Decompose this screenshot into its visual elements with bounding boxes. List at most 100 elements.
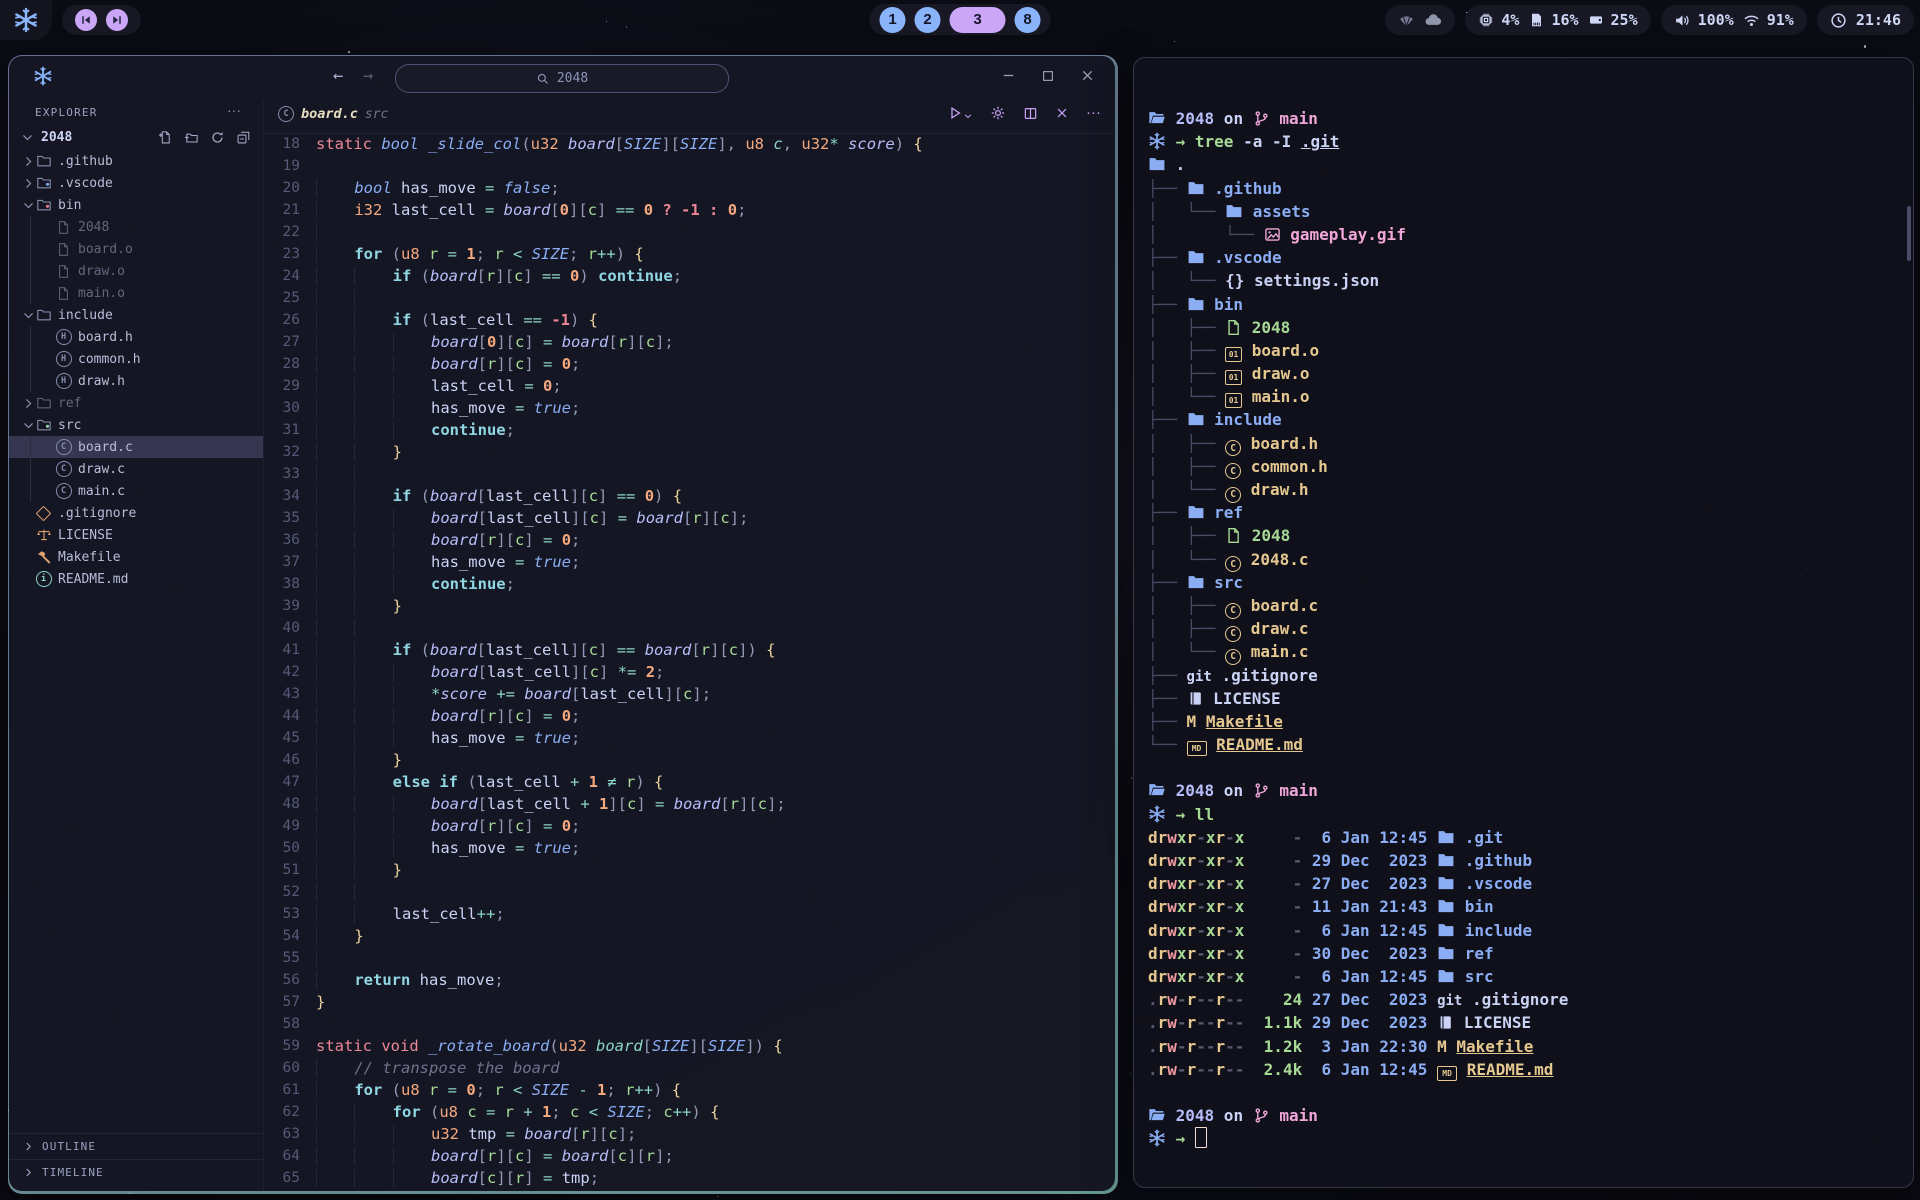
media-next-button[interactable] [106,9,128,31]
terminal-line-26: ├── LICENSE [1148,687,1905,710]
cloud-icon [1424,11,1442,29]
command-search-box[interactable]: 2048 [395,64,729,93]
workspace-1[interactable]: 1 [880,7,906,33]
wifi-strength: 91% [1767,11,1794,29]
run-button[interactable] [947,105,973,121]
refresh-button[interactable] [210,130,225,145]
explorer-item-.vscode[interactable]: .vscode [9,172,263,194]
split-editor-button[interactable] [1023,106,1038,121]
line-number: 37 [264,551,316,573]
workspace-2[interactable]: 2 [915,7,941,33]
new-file-button[interactable] [158,130,173,145]
star [1126,586,1128,588]
explorer-item-label: 2048 [78,220,109,235]
snow-icon [1148,1129,1166,1147]
explorer-item-common.h[interactable]: Hcommon.h [9,348,263,370]
terminal-line-39: .rw-r--r-- 24 27 Dec 2023 git .gitignore [1148,988,1905,1011]
code-line-58: 58 [264,1013,1115,1035]
code-line-30: 30 has_move = true; [264,397,1115,419]
workspace-8[interactable]: 8 [1015,7,1041,33]
explorer-item-Makefile[interactable]: Makefile [9,546,263,568]
explorer-item-README.md[interactable]: iREADME.md [9,568,263,590]
line-number: 49 [264,815,316,837]
folder-code-icon [35,175,52,191]
line-number: 60 [264,1057,316,1079]
nav-back-button[interactable]: ← [327,65,349,87]
maximize-button[interactable] [1041,69,1055,83]
minimize-button[interactable] [1001,68,1016,83]
code-line-21: 21 i32 last_cell = board[0][c] == 0 ? -1… [264,199,1115,221]
explorer-item-draw.o[interactable]: draw.o [9,260,263,282]
explorer-item-main.o[interactable]: main.o [9,282,263,304]
explorer-item-bin[interactable]: bin [9,194,263,216]
timeline-panel-header[interactable]: TIMELINE [9,1159,263,1185]
explorer-item-.github[interactable]: .github [9,150,263,172]
file-icon [55,264,72,279]
line-number: 24 [264,265,316,287]
permissions: drwxr-xr-x [1148,921,1244,940]
code-line-46: 46 } [264,749,1115,771]
outline-panel-header[interactable]: OUTLINE [9,1133,263,1159]
line-number: 53 [264,903,316,925]
explorer-item-board.h[interactable]: Hboard.h [9,326,263,348]
h-file-icon: H [55,351,72,367]
terminal-line-42: .rw-r--r-- 2.4k 6 Jan 12:45 MD README.md [1148,1058,1905,1081]
code-editor[interactable]: 18static bool _slide_col(u32 board[SIZE]… [264,133,1115,1191]
collapse-all-button[interactable] [236,130,251,145]
explorer-item-main.c[interactable]: Cmain.c [9,480,263,502]
explorer-item-ref[interactable]: ref [9,392,263,414]
line-number: 48 [264,793,316,815]
workspace-switcher: 1238 [870,4,1051,35]
chevron-right-icon [21,177,35,190]
media-prev-button[interactable] [75,9,97,31]
line-number: 31 [264,419,316,441]
terminal-line-44: 2048 on main [1148,1104,1905,1127]
explorer-item-label: draw.h [78,374,125,389]
close-button[interactable] [1080,68,1095,83]
terminal-line-37: drwxr-xr-x - 30 Dec 2023 ref [1148,942,1905,965]
code-line-37: 37 has_move = true; [264,551,1115,573]
chevron-down-icon [963,111,973,121]
clock-time: 21:46 [1856,11,1901,29]
snow-icon [1148,132,1166,150]
fd-icon [1437,828,1455,846]
launcher-button[interactable] [0,0,52,40]
line-number: 45 [264,727,316,749]
terminal-scrollbar[interactable] [1907,206,1911,261]
explorer-item-2048[interactable]: 2048 [9,216,263,238]
h-file-icon: H [55,329,72,345]
explorer-item-board.o[interactable]: board.o [9,238,263,260]
skip-back-icon [80,14,92,26]
terminal-line-1: 2048 on main [1148,107,1905,130]
close-icon [1080,68,1095,83]
terminal-line-24: │ └── C main.c [1148,640,1905,663]
terminal-line-34: drwxr-xr-x - 27 Dec 2023 .vscode [1148,872,1905,895]
explorer-item-.gitignore[interactable]: .gitignore [9,502,263,524]
code-line-44: 44 board[r][c] = 0; [264,705,1115,727]
minimize-icon [1001,68,1016,83]
explorer-root-folder[interactable]: 2048 [9,127,263,149]
terminal-line-2: → tree -a -I .git [1148,130,1905,153]
gitignore-icon [35,508,52,519]
code-line-20: 20 bool has_move = false; [264,177,1115,199]
settings-button[interactable] [990,105,1006,121]
skip-forward-icon [111,14,123,26]
explorer-more-button[interactable]: ··· [221,101,247,119]
explorer-item-LICENSE[interactable]: LICENSE [9,524,263,546]
breadcrumb[interactable]: C board.c src [278,106,388,122]
new-folder-button[interactable] [184,130,199,145]
terminal-line-18: ├── ref [1148,501,1905,524]
terminal-window[interactable]: 2048 on main → tree -a -I .git .├── .git… [1133,57,1914,1188]
terminal-line-22: │ ├── C board.c [1148,594,1905,617]
explorer-item-draw.c[interactable]: Cdraw.c [9,458,263,480]
explorer-item-src[interactable]: src [9,414,263,436]
code-line-35: 35 board[last_cell][c] = board[r][c]; [264,507,1115,529]
nav-forward-button[interactable]: → [357,65,379,87]
dir-icon [1148,1106,1166,1124]
network-fan-icon [1398,12,1415,29]
workspace-3-active[interactable]: 3 [950,7,1006,33]
explorer-item-board.c[interactable]: Cboard.c [9,436,263,458]
explorer-item-include[interactable]: include [9,304,263,326]
explorer-item-draw.h[interactable]: Hdraw.h [9,370,263,392]
close-editor-button[interactable] [1055,106,1069,120]
